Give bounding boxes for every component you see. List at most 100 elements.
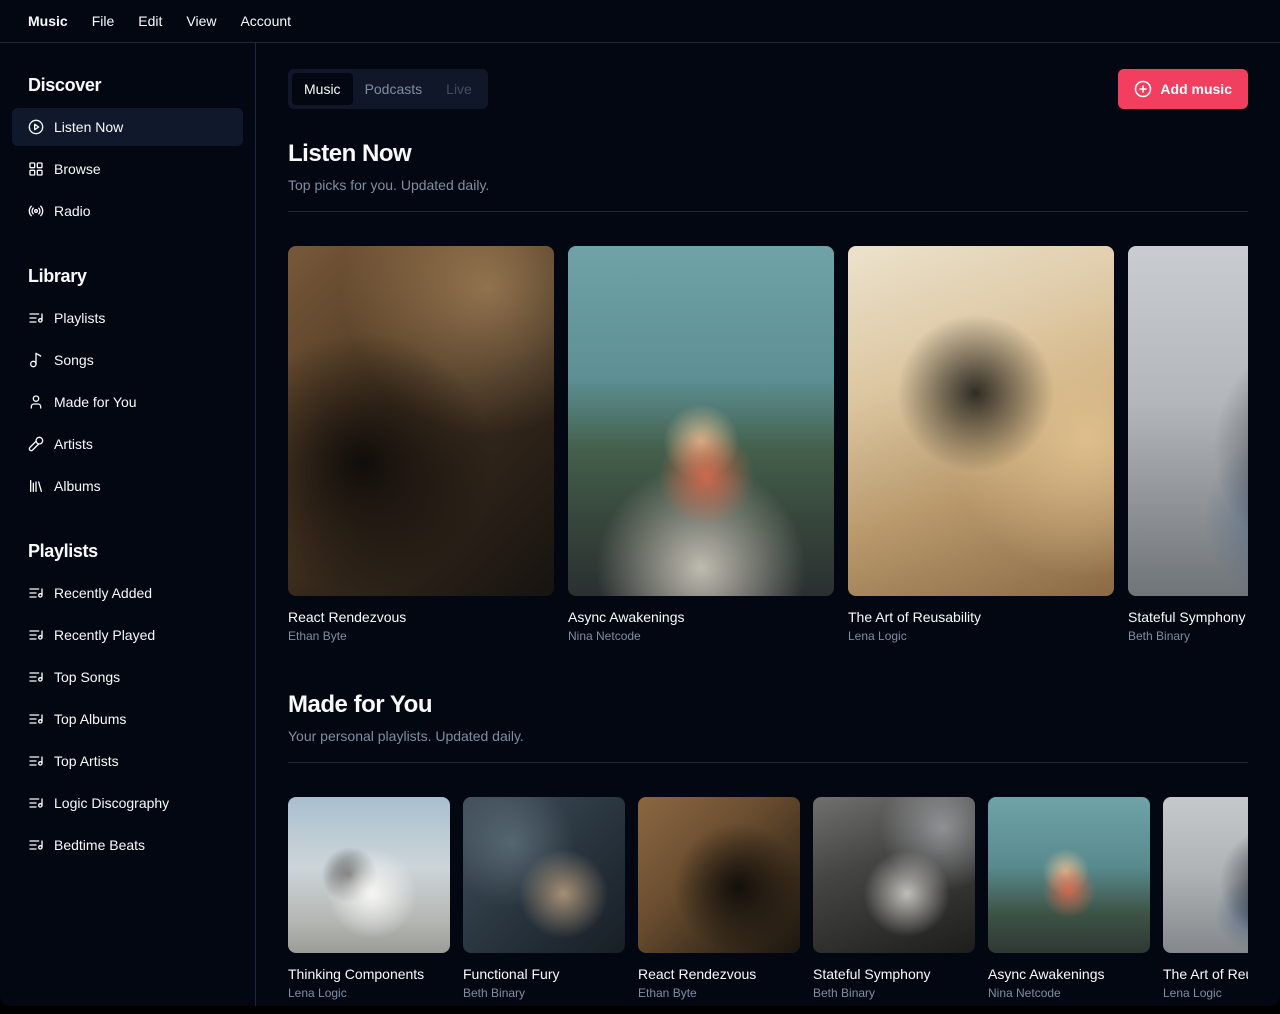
sidebar-item-label: Artists	[54, 436, 93, 452]
album-title: Stateful Symphony	[813, 965, 975, 983]
section-subtitle: Top picks for you. Updated daily.	[288, 175, 1248, 195]
tab-live: Live	[434, 73, 484, 105]
album-artist: Lena Logic	[288, 985, 450, 1001]
album-title: The Art of Reusability	[848, 608, 1114, 626]
album-art	[288, 797, 450, 953]
album-card-thinking-components[interactable]: Thinking Components Lena Logic	[288, 797, 450, 1001]
microphone-icon	[28, 436, 44, 452]
album-card-react-rendezvous[interactable]: React Rendezvous Ethan Byte	[638, 797, 800, 1001]
sidebar-item-label: Albums	[54, 478, 101, 494]
album-title: The Art of Reusability	[1163, 965, 1248, 983]
album-art	[848, 246, 1114, 596]
user-icon	[28, 394, 44, 410]
album-art	[813, 797, 975, 953]
sidebar-item-browse[interactable]: Browse	[12, 150, 243, 188]
sidebar-item-top-songs[interactable]: Top Songs	[12, 658, 243, 696]
tab-music[interactable]: Music	[292, 73, 353, 105]
content-tabs: Music Podcasts Live	[288, 69, 488, 109]
album-card-the-art-of-reusability[interactable]: The Art of Reusability Lena Logic	[1163, 797, 1248, 1001]
sidebar-item-label: Playlists	[54, 310, 105, 326]
play-circle-icon	[28, 119, 44, 135]
sidebar-item-label: Top Songs	[54, 669, 120, 685]
album-card-async-awakenings[interactable]: Async Awakenings Nina Netcode	[988, 797, 1150, 1001]
sidebar-item-label: Radio	[54, 203, 91, 219]
add-music-label: Add music	[1160, 81, 1232, 97]
album-card-async-awakenings[interactable]: Async Awakenings Nina Netcode	[568, 246, 834, 644]
section-made-for-you: Made for You Your personal playlists. Up…	[288, 690, 1248, 1001]
sidebar-item-made-for-you[interactable]: Made for You	[12, 383, 243, 421]
album-artist: Lena Logic	[848, 628, 1114, 644]
menu-edit[interactable]: Edit	[126, 7, 174, 35]
sidebar-item-label: Browse	[54, 161, 101, 177]
section-listen-now: Listen Now Top picks for you. Updated da…	[288, 139, 1248, 644]
album-card-stateful-symphony[interactable]: Stateful Symphony Beth Binary	[813, 797, 975, 1001]
album-title: Async Awakenings	[568, 608, 834, 626]
sidebar-section-playlists: Playlists Recently Added Recently Played…	[0, 529, 255, 876]
made-for-you-scroll-area[interactable]: Thinking Components Lena Logic Functiona…	[288, 779, 1248, 1001]
menu-view[interactable]: View	[174, 7, 228, 35]
sidebar-item-label: Songs	[54, 352, 94, 368]
sidebar-item-logic-discography[interactable]: Logic Discography	[12, 784, 243, 822]
tab-podcasts[interactable]: Podcasts	[353, 73, 435, 105]
playlist-icon	[28, 585, 44, 601]
grid-icon	[28, 161, 44, 177]
album-art	[638, 797, 800, 953]
album-title: React Rendezvous	[638, 965, 800, 983]
add-music-button[interactable]: Add music	[1118, 69, 1248, 109]
section-title: Made for You	[288, 690, 1248, 720]
sidebar-section-discover: Discover Listen Now Browse Radio	[0, 63, 255, 242]
sidebar-heading-playlists: Playlists	[12, 537, 243, 565]
album-title: Functional Fury	[463, 965, 625, 983]
sidebar-item-top-artists[interactable]: Top Artists	[12, 742, 243, 780]
playlist-icon	[28, 753, 44, 769]
listen-now-scroll-area[interactable]: React Rendezvous Ethan Byte Async Awaken…	[288, 228, 1248, 644]
album-art	[988, 797, 1150, 953]
sidebar-item-recently-played[interactable]: Recently Played	[12, 616, 243, 654]
album-title: Thinking Components	[288, 965, 450, 983]
sidebar-section-library: Library Playlists Songs Made for You	[0, 254, 255, 517]
album-art	[463, 797, 625, 953]
main-content: Music Podcasts Live Add music Listen Now…	[256, 43, 1280, 1006]
sidebar-item-playlists[interactable]: Playlists	[12, 299, 243, 337]
sidebar-item-radio[interactable]: Radio	[12, 192, 243, 230]
album-card-functional-fury[interactable]: Functional Fury Beth Binary	[463, 797, 625, 1001]
sidebar-item-label: Made for You	[54, 394, 137, 410]
album-card-stateful-symphony[interactable]: Stateful Symphony Beth Binary	[1128, 246, 1248, 644]
sidebar-item-label: Bedtime Beats	[54, 837, 145, 853]
album-card-the-art-of-reusability[interactable]: The Art of Reusability Lena Logic	[848, 246, 1114, 644]
sidebar-item-recently-added[interactable]: Recently Added	[12, 574, 243, 612]
toolbar: Music Podcasts Live Add music	[288, 69, 1248, 109]
album-art	[1128, 246, 1248, 596]
playlist-icon	[28, 837, 44, 853]
playlist-icon	[28, 627, 44, 643]
sidebar-item-artists[interactable]: Artists	[12, 425, 243, 463]
playlist-icon	[28, 711, 44, 727]
sidebar-item-albums[interactable]: Albums	[12, 467, 243, 505]
music-note-icon	[28, 352, 44, 368]
menu-file[interactable]: File	[80, 7, 127, 35]
menu-account[interactable]: Account	[228, 7, 303, 35]
album-title: React Rendezvous	[288, 608, 554, 626]
sidebar-item-listen-now[interactable]: Listen Now	[12, 108, 243, 146]
sidebar-heading-discover: Discover	[12, 71, 243, 99]
album-title: Async Awakenings	[988, 965, 1150, 983]
section-subtitle: Your personal playlists. Updated daily.	[288, 726, 1248, 746]
album-art	[288, 246, 554, 596]
playlist-icon	[28, 310, 44, 326]
playlist-icon	[28, 669, 44, 685]
sidebar-item-top-albums[interactable]: Top Albums	[12, 700, 243, 738]
album-artist: Lena Logic	[1163, 985, 1248, 1001]
sidebar-item-label: Top Albums	[54, 711, 126, 727]
sidebar-item-songs[interactable]: Songs	[12, 341, 243, 379]
section-title: Listen Now	[288, 139, 1248, 169]
plus-circle-icon	[1134, 80, 1152, 98]
album-art	[1163, 797, 1248, 953]
menubar: Music File Edit View Account	[0, 0, 1280, 43]
menu-music[interactable]: Music	[16, 7, 80, 35]
album-card-react-rendezvous[interactable]: React Rendezvous Ethan Byte	[288, 246, 554, 644]
library-icon	[28, 478, 44, 494]
album-artist: Nina Netcode	[568, 628, 834, 644]
separator	[288, 762, 1248, 763]
radio-icon	[28, 203, 44, 219]
sidebar-item-bedtime-beats[interactable]: Bedtime Beats	[12, 826, 243, 864]
